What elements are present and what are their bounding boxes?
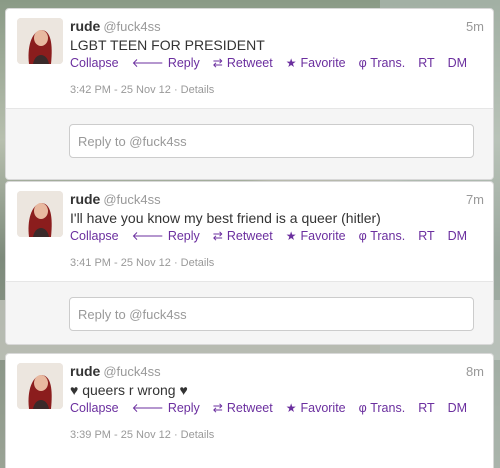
dm-label: DM [447, 55, 468, 70]
reply-input[interactable]: Reply to @fuck4ss [69, 297, 474, 331]
retweet-link[interactable]: ⇄ Retweet [213, 228, 273, 243]
dm-link[interactable]: DM [448, 400, 467, 415]
favorite-label: Favorite [300, 55, 346, 70]
favorite-link[interactable]: ★ Favorite [286, 228, 346, 243]
author-handle[interactable]: @fuck4ss [103, 19, 160, 34]
tweet-author[interactable]: rude @fuck4ss [70, 363, 161, 379]
author-handle[interactable]: @fuck4ss [103, 192, 160, 207]
dm-link[interactable]: DM [448, 228, 467, 243]
tweet-actions: Collapse 🡐 Reply ⇄ Retweet ★ Favorite φ Tra… [70, 55, 480, 71]
collapse-link[interactable]: Collapse [70, 55, 119, 70]
tweet-age[interactable]: 7m [466, 192, 484, 207]
retweet-icon: ⇄ [212, 55, 223, 70]
tweet-age[interactable]: 5m [466, 19, 484, 34]
tweet-text: LGBT TEEN FOR PRESIDENT [70, 37, 265, 53]
tweet-card[interactable]: rude @fuck4ss 7m I'll have you know my be… [5, 181, 494, 345]
avatar[interactable] [17, 363, 63, 409]
reply-link[interactable]: 🡐 Reply [131, 55, 200, 71]
reply-link[interactable]: 🡐 Reply [131, 400, 200, 416]
rt-label: RT [418, 400, 435, 415]
rt-link[interactable]: RT [418, 400, 434, 415]
avatar[interactable] [17, 18, 63, 64]
reply-arrow-icon: 🡐 [131, 401, 164, 415]
tweet-timestamp[interactable]: 3:39 PM - 25 Nov 12 · Details [70, 429, 214, 441]
reply-label: Reply [167, 55, 200, 70]
translate-label: φ Trans. [358, 228, 406, 243]
tweet-card[interactable]: rude @fuck4ss 5m LGBT TEEN FOR PRESIDENT … [5, 8, 494, 180]
tweet-actions: Collapse 🡐 Reply ⇄ Retweet ★ Favorite φ Tra… [70, 228, 480, 244]
translate-label: φ Trans. [358, 55, 406, 70]
retweet-icon: ⇄ [212, 228, 223, 243]
tweet-text: ♥ queers r wrong ♥ [70, 382, 188, 398]
collapse-link[interactable]: Collapse [70, 228, 119, 243]
translate-link[interactable]: φ Trans. [359, 400, 406, 415]
rt-link[interactable]: RT [418, 228, 434, 243]
author-name[interactable]: rude [70, 191, 100, 207]
collapse-label: Collapse [70, 228, 119, 243]
reply-area: Reply to @fuck4ss [6, 281, 493, 344]
star-icon: ★ [285, 400, 297, 415]
rt-link[interactable]: RT [418, 55, 434, 70]
reply-arrow-icon: 🡐 [131, 56, 164, 70]
tweet-actions: Collapse 🡐 Reply ⇄ Retweet ★ Favorite φ Tra… [70, 400, 480, 416]
favorite-label: Favorite [300, 400, 346, 415]
collapse-label: Collapse [70, 400, 119, 415]
avatar[interactable] [17, 191, 63, 237]
translate-label: φ Trans. [358, 400, 406, 415]
tweet-author[interactable]: rude @fuck4ss [70, 191, 161, 207]
star-icon: ★ [285, 55, 297, 70]
tweet-timestamp[interactable]: 3:41 PM - 25 Nov 12 · Details [70, 257, 214, 269]
dm-label: DM [447, 228, 468, 243]
favorite-label: Favorite [300, 228, 346, 243]
author-name[interactable]: rude [70, 363, 100, 379]
reply-area: Reply to @fuck4ss [6, 108, 493, 179]
rt-label: RT [418, 55, 435, 70]
tweet-age[interactable]: 8m [466, 364, 484, 379]
collapse-link[interactable]: Collapse [70, 400, 119, 415]
retweet-label: Retweet [226, 55, 273, 70]
tweet-timestamp[interactable]: 3:42 PM - 25 Nov 12 · Details [70, 84, 214, 96]
retweet-label: Retweet [226, 400, 273, 415]
retweet-icon: ⇄ [212, 400, 223, 415]
tweet-author[interactable]: rude @fuck4ss [70, 18, 161, 34]
translate-link[interactable]: φ Trans. [359, 228, 406, 243]
author-name[interactable]: rude [70, 18, 100, 34]
retweet-link[interactable]: ⇄ Retweet [213, 55, 273, 70]
reply-label: Reply [167, 400, 200, 415]
author-handle[interactable]: @fuck4ss [103, 364, 160, 379]
dm-label: DM [447, 400, 468, 415]
reply-label: Reply [167, 228, 200, 243]
reply-input[interactable]: Reply to @fuck4ss [69, 124, 474, 158]
star-icon: ★ [285, 228, 297, 243]
reply-arrow-icon: 🡐 [131, 229, 164, 243]
reply-link[interactable]: 🡐 Reply [131, 228, 200, 244]
translate-link[interactable]: φ Trans. [359, 55, 406, 70]
collapse-label: Collapse [70, 55, 119, 70]
retweet-label: Retweet [226, 228, 273, 243]
tweet-text: I'll have you know my best friend is a q… [70, 210, 381, 226]
retweet-link[interactable]: ⇄ Retweet [213, 400, 273, 415]
favorite-link[interactable]: ★ Favorite [286, 55, 346, 70]
dm-link[interactable]: DM [448, 55, 467, 70]
rt-label: RT [418, 228, 435, 243]
tweet-card[interactable]: rude @fuck4ss 8m ♥ queers r wrong ♥ Colla… [5, 353, 494, 468]
favorite-link[interactable]: ★ Favorite [286, 400, 346, 415]
